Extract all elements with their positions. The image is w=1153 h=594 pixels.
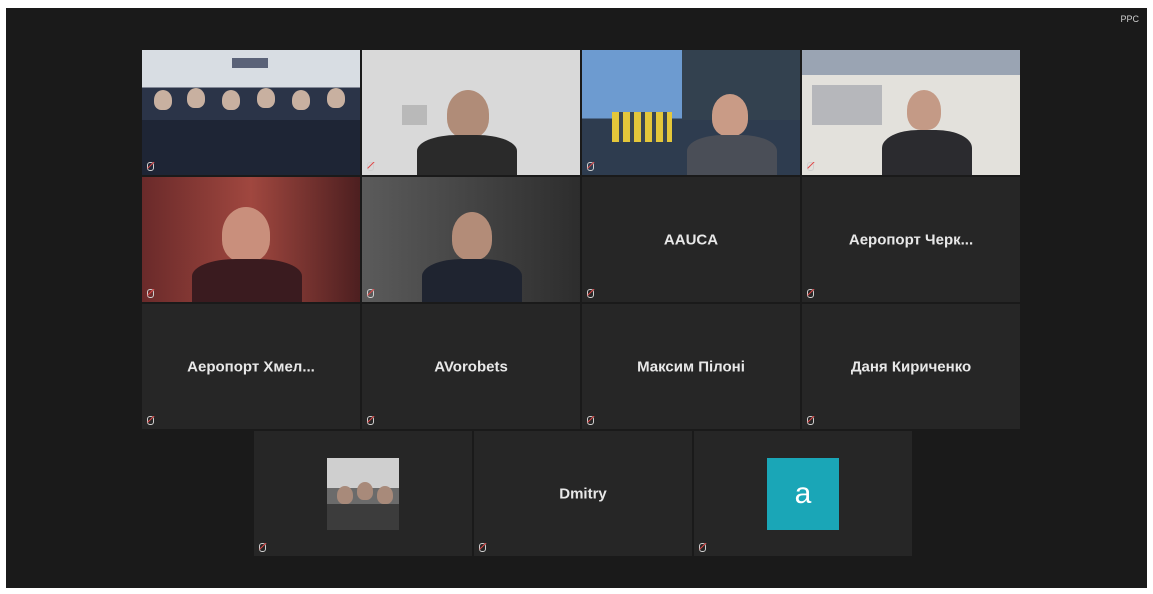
participant-label bbox=[367, 416, 377, 425]
participant-label bbox=[259, 543, 269, 552]
mic-muted-icon bbox=[259, 543, 266, 552]
participant-tile-9[interactable]: Аеропорт Хмел... bbox=[142, 304, 360, 429]
participant-tile-11[interactable]: Максим Пілоні bbox=[582, 304, 800, 429]
participant-label bbox=[479, 543, 489, 552]
mic-muted-icon bbox=[807, 162, 814, 171]
mic-muted-icon bbox=[587, 289, 594, 298]
participant-tile-6[interactable] bbox=[362, 177, 580, 302]
participant-label bbox=[587, 416, 597, 425]
mic-muted-icon bbox=[147, 416, 154, 425]
participant-label bbox=[699, 543, 709, 552]
participant-tile-8[interactable]: Аеропорт Черк... bbox=[802, 177, 1020, 302]
participant-tile-5[interactable] bbox=[142, 177, 360, 302]
participant-tile-13[interactable] bbox=[254, 431, 472, 556]
participant-name: AAUCA bbox=[663, 231, 719, 248]
window-corner-label: PPC bbox=[1120, 14, 1139, 24]
mic-muted-icon bbox=[479, 543, 486, 552]
participant-name: Максим Пілоні bbox=[637, 358, 745, 375]
mic-muted-icon bbox=[587, 416, 594, 425]
mic-muted-icon bbox=[587, 162, 594, 171]
participant-label bbox=[807, 162, 817, 171]
participant-video bbox=[142, 177, 360, 302]
participant-video bbox=[362, 177, 580, 302]
mic-muted-icon bbox=[699, 543, 706, 552]
participant-label bbox=[367, 289, 377, 298]
participant-label bbox=[147, 162, 157, 171]
participant-name: Аеропорт Хмел... bbox=[187, 358, 315, 375]
participant-label bbox=[367, 162, 377, 171]
participant-tile-14[interactable]: Dmitry bbox=[474, 431, 692, 556]
participant-tile-3[interactable] bbox=[582, 50, 800, 175]
mic-muted-icon bbox=[367, 162, 374, 171]
participant-label bbox=[147, 416, 157, 425]
participant-video bbox=[142, 50, 360, 175]
participant-tile-1[interactable] bbox=[142, 50, 360, 175]
participant-name: Dmitry bbox=[559, 485, 607, 502]
participant-tile-2[interactable] bbox=[362, 50, 580, 175]
participant-video bbox=[802, 50, 1020, 175]
participant-label bbox=[147, 289, 157, 298]
mic-muted-icon bbox=[367, 416, 374, 425]
mic-muted-icon bbox=[367, 289, 374, 298]
participant-tile-15[interactable]: a bbox=[694, 431, 912, 556]
mic-muted-icon bbox=[147, 289, 154, 298]
participant-tile-10[interactable]: AVorobets bbox=[362, 304, 580, 429]
participant-label bbox=[587, 162, 597, 171]
participant-name: Даня Кириченко bbox=[850, 358, 972, 375]
participant-name: AVorobets bbox=[434, 358, 508, 375]
participant-name: Аеропорт Черк... bbox=[848, 231, 974, 248]
mic-muted-icon bbox=[807, 289, 814, 298]
participant-tile-12[interactable]: Даня Кириченко bbox=[802, 304, 1020, 429]
participant-label bbox=[807, 416, 817, 425]
participant-initial-avatar: a bbox=[767, 457, 839, 530]
participant-video bbox=[582, 50, 800, 175]
participant-avatar-photo bbox=[327, 457, 399, 530]
video-conference-window: PPC AAUCA Аеропорт Черк... Аеропорт Хмел… bbox=[6, 8, 1147, 588]
participant-label bbox=[807, 289, 817, 298]
participant-tile-7[interactable]: AAUCA bbox=[582, 177, 800, 302]
participant-tile-4[interactable] bbox=[802, 50, 1020, 175]
participant-video bbox=[362, 50, 580, 175]
participant-label bbox=[587, 289, 597, 298]
mic-muted-icon bbox=[807, 416, 814, 425]
mic-muted-icon bbox=[147, 162, 154, 171]
